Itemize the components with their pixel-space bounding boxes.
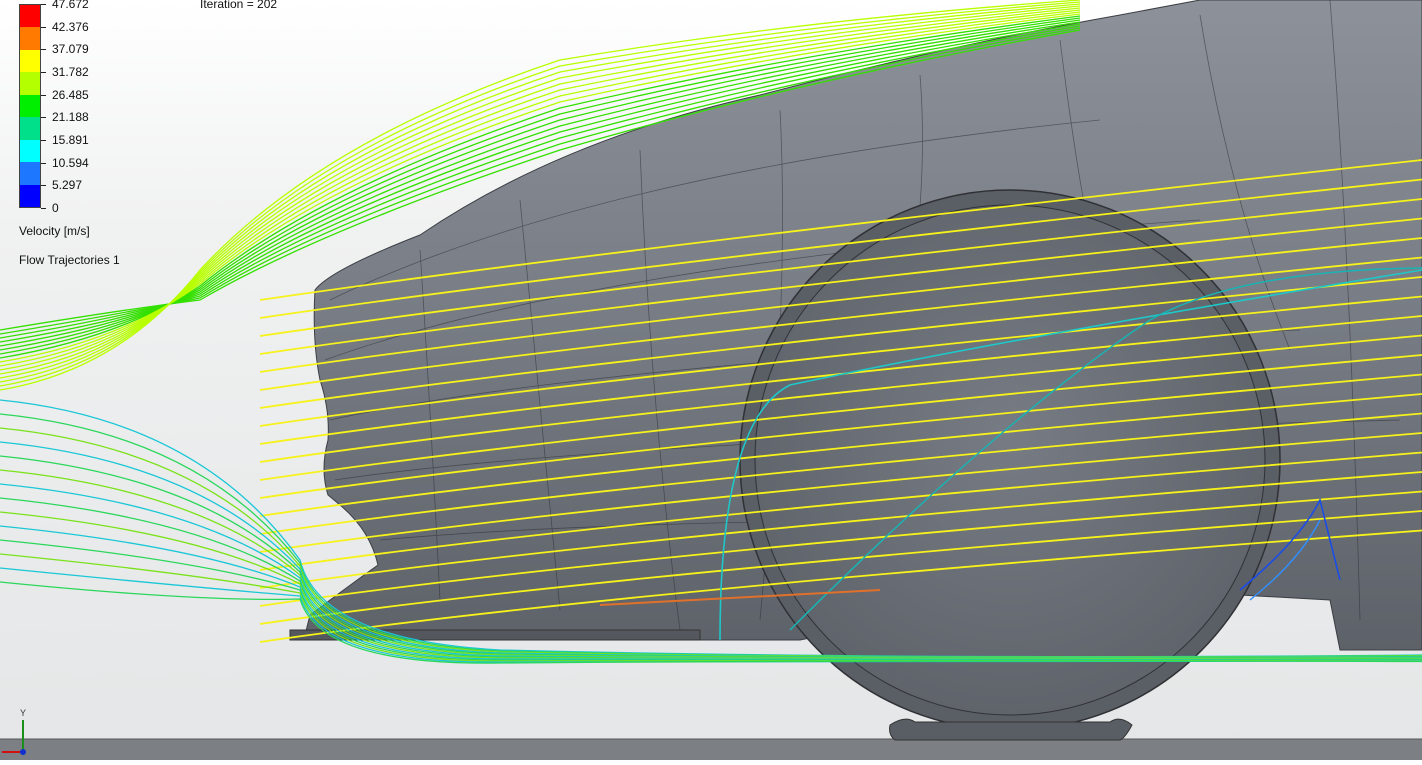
legend-tick-mark bbox=[41, 208, 46, 209]
iteration-counter: Iteration = 202 bbox=[200, 0, 278, 11]
legend-tick-label: 21.188 bbox=[52, 110, 89, 125]
legend-tick-label: 0 bbox=[52, 201, 59, 215]
legend-tick-mark bbox=[41, 162, 46, 164]
legend-tick-label: 37.079 bbox=[52, 42, 89, 57]
color-bar-segment bbox=[20, 184, 40, 207]
triad-y-label: Y bbox=[20, 708, 27, 718]
color-bar-segment bbox=[20, 72, 40, 95]
legend-tick-mark bbox=[41, 140, 46, 141]
legend-tick-mark bbox=[41, 4, 46, 5]
legend-tick-label: 5.297 bbox=[52, 178, 83, 193]
legend-tick-mark bbox=[41, 94, 46, 96]
legend-title: Velocity [m/s] bbox=[19, 224, 90, 238]
axis-triad: Y bbox=[0, 704, 40, 760]
legend-tick-mark bbox=[41, 26, 46, 28]
color-bar-segment bbox=[20, 94, 40, 118]
legend-tick-label: 15.891 bbox=[52, 133, 89, 147]
ground-plane bbox=[0, 739, 1422, 760]
color-bar-segment bbox=[20, 27, 40, 50]
legend-tick-mark bbox=[41, 117, 46, 119]
color-bar-segment bbox=[20, 139, 40, 163]
cfd-viewport[interactable] bbox=[0, 0, 1422, 760]
color-bar-segment bbox=[20, 117, 40, 140]
legend-tick-label: 31.782 bbox=[52, 65, 89, 79]
color-bar-segment bbox=[20, 162, 40, 185]
legend-tick-label: 10.594 bbox=[52, 155, 89, 170]
color-bar bbox=[19, 4, 41, 208]
velocity-legend: 47.672 42.376 37.079 31.782 26.485 21.188 15.8… bbox=[0, 0, 200, 290]
color-bar-segment bbox=[20, 49, 40, 73]
legend-object-name: Flow Trajectories 1 bbox=[19, 253, 120, 267]
legend-tick-label: 26.485 bbox=[52, 87, 89, 102]
legend-tick-mark bbox=[41, 49, 46, 51]
legend-tick-mark bbox=[41, 185, 46, 187]
legend-tick-label: 47.672 bbox=[52, 0, 89, 11]
legend-tick-mark bbox=[41, 72, 46, 73]
color-bar-segment bbox=[20, 5, 40, 28]
legend-tick-label: 42.376 bbox=[52, 19, 89, 34]
